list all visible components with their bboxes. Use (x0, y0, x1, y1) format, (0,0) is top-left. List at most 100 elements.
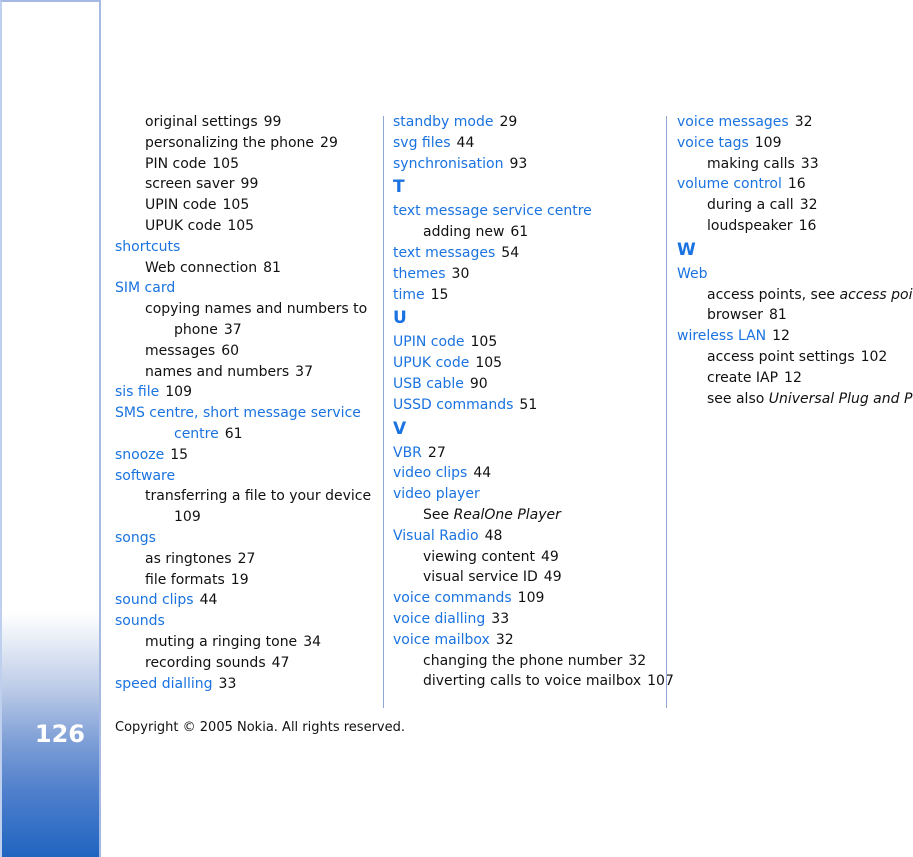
index-sub-entry: UPIN code 105 (115, 195, 377, 216)
entry-page-number: 44 (473, 465, 492, 482)
entry-term: diverting calls to voice mailbox (423, 673, 642, 690)
entry-term: centre (174, 425, 219, 442)
entry-term: shortcuts (115, 238, 181, 255)
index-letter-heading: T (393, 177, 405, 198)
index-main-entry: centre 61 (115, 424, 377, 445)
entry-page-number: 105 (470, 334, 498, 351)
index-main-entry: shortcuts (115, 237, 377, 258)
index-main-entry: SMS centre, short message service (115, 403, 377, 424)
index-sub-entry: transferring a file to your device (115, 486, 377, 507)
index-main-entry: sounds (115, 611, 377, 632)
entry-page-number: 105 (212, 155, 239, 172)
entry-page-number: 81 (263, 259, 281, 276)
index-sub-entry: UPUK code 105 (115, 216, 377, 237)
index-sub-entry: personalizing the phone 29 (115, 133, 377, 154)
index-main-entry: Visual Radio 48 (393, 526, 661, 547)
index-sub-entry: names and numbers 37 (115, 362, 377, 383)
index-main-entry: UPUK code 105 (393, 353, 661, 374)
entry-page-number: 48 (484, 527, 503, 544)
index-main-entry: sis file 109 (115, 382, 377, 403)
index-column-3: voice messages 32 voice tags 109 making call… (677, 112, 913, 409)
entry-page-number: 81 (769, 307, 787, 324)
entry-page-number: 44 (456, 134, 475, 151)
entry-page-number: 32 (495, 631, 514, 648)
entry-term: software (115, 467, 176, 484)
entry-page-number: 61 (510, 224, 529, 241)
index-main-entry: USB cable 90 (393, 374, 661, 395)
index-main-entry: speed dialling 33 (115, 674, 377, 695)
entry-term: screen saver (145, 176, 235, 193)
entry-term: voice dialling (393, 610, 486, 627)
entry-page-number: 33 (491, 610, 510, 627)
entry-term: see also (707, 390, 769, 407)
entry-term: PIN code (145, 155, 207, 172)
entry-page-number: 44 (199, 592, 218, 609)
entry-page-number: 37 (223, 321, 242, 338)
entry-term: phone (174, 321, 218, 338)
entry-term: synchronisation (393, 155, 504, 172)
index-main-entry: voice mailbox 32 (393, 630, 661, 651)
index-main-entry: volume control 16 (677, 174, 913, 195)
entry-term: wireless LAN (677, 328, 767, 345)
entry-page-number: 33 (800, 155, 819, 172)
entry-page-number: 15 (430, 286, 449, 303)
index-sub-entry: create IAP 12 (677, 368, 913, 389)
index-main-entry: themes 30 (393, 264, 661, 285)
entry-term: voice commands (393, 590, 512, 607)
entry-term: loudspeaker (707, 217, 793, 234)
index-sub-entry: adding new 61 (393, 222, 661, 243)
index-sub-entry: screen saver 99 (115, 174, 377, 195)
index-main-entry: voice dialling 33 (393, 609, 661, 630)
column-divider (383, 116, 384, 708)
index-sub-entry: browser 81 (677, 305, 913, 326)
index-main-entry: USSD commands 51 (393, 395, 661, 416)
index-main-entry: VBR 27 (393, 443, 661, 464)
entry-term: standby mode (393, 114, 494, 130)
index-sub-entry: loudspeaker 16 (677, 216, 913, 237)
entry-page-number: 27 (427, 444, 446, 461)
entry-term: VBR (393, 444, 422, 461)
entry-term: Web (677, 265, 708, 282)
index-main-entry: voice tags 109 (677, 133, 913, 154)
index-sub-entry: original settings 99 (115, 112, 377, 133)
index-main-entry: text messages 54 (393, 243, 661, 264)
index-sub-entry: changing the phone number 32 (393, 651, 661, 672)
page-number: 126 (34, 720, 85, 748)
index-sub-entry: 109 (115, 507, 377, 528)
index-sub-entry: Web connection 81 (115, 258, 377, 279)
index-main-entry: SIM card (115, 278, 377, 299)
entry-term: adding new (423, 224, 505, 241)
entry-term: UPUK code (393, 355, 470, 372)
index-sub-entry: access point settings 102 (677, 347, 913, 368)
entry-cross-reference: Universal Plug and Play (768, 390, 913, 407)
entry-term: access point settings (707, 348, 855, 365)
index-letter-heading: V (393, 418, 407, 439)
entry-term: time (393, 286, 425, 303)
index-sub-entry: messages 60 (115, 341, 377, 362)
entry-page-number: 19 (230, 571, 249, 588)
index-main-entry: sound clips 44 (115, 590, 377, 611)
entry-page-number: 105 (222, 197, 250, 214)
entry-page-number: 105 (475, 355, 503, 372)
entry-term: original settings (145, 114, 258, 130)
index-main-entry: voice messages 32 (677, 112, 913, 133)
index-main-entry: wireless LAN 12 (677, 326, 913, 347)
entry-page-number: 93 (509, 155, 528, 172)
entry-page-number: 33 (218, 675, 237, 692)
index-letter-heading: U (393, 308, 407, 329)
entry-term: voice messages (677, 114, 789, 130)
entry-page-number: 32 (628, 652, 647, 669)
index-main-entry: songs (115, 528, 377, 549)
entry-term: voice mailbox (393, 631, 490, 648)
index-main-entry: video player (393, 484, 661, 505)
entry-page-number: 27 (237, 550, 256, 567)
index-main-entry: voice commands 109 (393, 588, 661, 609)
entry-page-number: 109 (754, 134, 782, 151)
entry-term: speed dialling (115, 675, 213, 692)
index-main-entry: UPIN code 105 (393, 332, 661, 353)
entry-page-number: 109 (517, 590, 545, 607)
entry-term: UPIN code (145, 197, 217, 214)
entry-term: making calls (707, 155, 795, 172)
entry-term: names and numbers (145, 363, 290, 380)
entry-term: as ringtones (145, 550, 232, 567)
